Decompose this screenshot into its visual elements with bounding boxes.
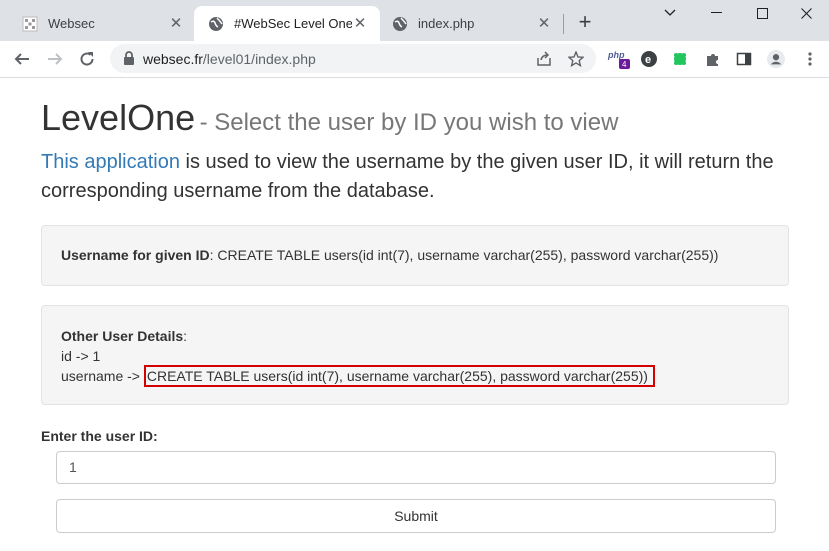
user-id-label: Enter the user ID: [41, 428, 158, 444]
star-icon[interactable] [567, 50, 585, 68]
result-value: : CREATE TABLE users(id int(7), username… [209, 247, 719, 263]
close-icon[interactable]: ✕ [536, 15, 552, 32]
details-id: id -> 1 [61, 348, 101, 364]
reload-icon [80, 52, 94, 66]
submit-button[interactable]: Submit [56, 499, 776, 533]
tab-strip: Websec ✕ #WebSec Level One ✕ index.php ✕… [0, 0, 829, 41]
forward-arrow-icon [48, 53, 63, 65]
username-prefix: username -> [61, 368, 144, 384]
tab-title: #WebSec Level One [234, 16, 352, 31]
url-host: websec.fr [143, 51, 203, 67]
result-line: Username for given ID: CREATE TABLE user… [61, 247, 718, 263]
result-label: Username for given ID [61, 247, 210, 263]
php-extension-icon[interactable]: php 4 [607, 50, 631, 69]
tab-divider [563, 14, 564, 34]
address-bar[interactable]: websec.fr/level01/index.php [110, 44, 596, 73]
globe-icon [208, 16, 224, 32]
url-path: /level01/index.php [202, 51, 316, 67]
details-panel: Other User Details: id -> 1 username -> … [41, 305, 789, 405]
user-id-input[interactable]: 1 [56, 451, 776, 484]
green-extension-icon[interactable] [671, 50, 689, 68]
minimize-icon[interactable] [693, 0, 739, 26]
lock-icon[interactable] [123, 51, 135, 70]
side-panel-icon[interactable] [735, 50, 753, 68]
share-icon[interactable] [535, 50, 553, 68]
intro-paragraph: This application is used to view the use… [41, 148, 801, 206]
details-heading: Other User Details: [61, 328, 187, 344]
tab-websec-level-one[interactable]: #WebSec Level One ✕ [194, 6, 380, 41]
globe-icon [392, 16, 408, 32]
page-title: LevelOne - Select the user by ID you wis… [41, 97, 618, 139]
tab-title: index.php [418, 16, 475, 31]
details-label: Other User Details [61, 328, 184, 344]
page-content: LevelOne - Select the user by ID you wis… [0, 78, 829, 551]
profile-icon[interactable] [767, 50, 785, 68]
url-text[interactable]: websec.fr/level01/index.php [143, 51, 316, 67]
username-value-highlight: CREATE TABLE users(id int(7), username v… [143, 365, 655, 387]
page-heading: LevelOne [41, 97, 196, 138]
tab-websec[interactable]: Websec ✕ [8, 6, 196, 41]
svg-text:php: php [607, 50, 625, 60]
php-extension-badge: 4 [622, 60, 627, 69]
websec-grid-icon [22, 16, 38, 32]
svg-text:e: e [645, 54, 651, 66]
e-extension-icon[interactable]: e [640, 50, 658, 68]
application-link[interactable]: This application [41, 151, 180, 173]
maximize-icon[interactable] [739, 0, 785, 26]
menu-icon[interactable] [801, 50, 819, 68]
close-icon[interactable] [783, 0, 829, 26]
puzzle-icon[interactable] [704, 50, 722, 68]
forward-button[interactable] [42, 46, 68, 72]
close-icon[interactable]: ✕ [168, 15, 184, 32]
page-subheading: - Select the user by ID you wish to view [199, 109, 619, 136]
details-colon: : [183, 328, 188, 344]
reload-button[interactable] [74, 46, 100, 72]
details-username: username -> CREATE TABLE users(id int(7)… [61, 365, 655, 387]
chevron-down-icon[interactable] [647, 0, 693, 26]
browser-toolbar: websec.fr/level01/index.php php 4 e [0, 41, 829, 78]
back-arrow-icon [14, 53, 29, 65]
close-icon[interactable]: ✕ [352, 15, 368, 32]
back-button[interactable] [9, 46, 35, 72]
new-tab-button[interactable]: + [573, 10, 597, 34]
tab-title: Websec [48, 16, 95, 31]
result-panel: Username for given ID: CREATE TABLE user… [41, 225, 789, 286]
tab-index-php[interactable]: index.php ✕ [378, 6, 564, 41]
